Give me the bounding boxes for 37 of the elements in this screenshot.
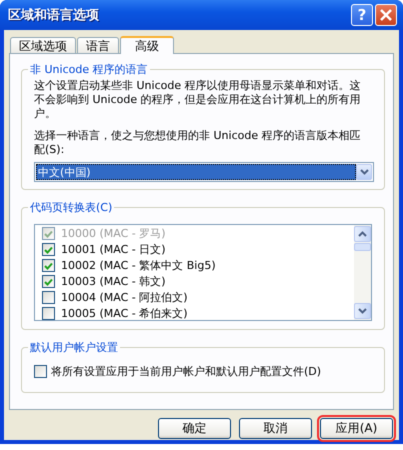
help-button[interactable]: ? — [351, 4, 373, 26]
dropdown-value: 中文(中国) — [36, 164, 356, 180]
group-title: 代码页转换表(C) — [29, 200, 114, 215]
chevron-down-icon — [360, 169, 368, 175]
dialog-button[interactable]: 应用(A) — [320, 418, 393, 439]
scroll-down-button[interactable] — [354, 303, 371, 319]
chevron-down-icon — [358, 308, 367, 314]
tab[interactable]: 语言 — [77, 37, 119, 53]
group-title: 默认用户帐户设置 — [29, 340, 119, 355]
prompt-text: 选择一种语言，使之与您想使用的非 Unicode 程序的语言版本相匹配(S): — [34, 129, 362, 157]
list-item[interactable]: 10001 (MAC - 日文) — [61, 243, 166, 256]
list-item[interactable]: 10002 (MAC - 繁体中文 Big5) — [61, 259, 216, 272]
scrollbar[interactable] — [354, 225, 371, 320]
list-item[interactable]: 10003 (MAC - 韩文) — [61, 275, 166, 288]
dialog-button[interactable]: 取消 — [239, 418, 312, 439]
tab[interactable]: 高级 — [120, 36, 174, 54]
checkbox[interactable] — [42, 307, 55, 320]
list-item[interactable]: 10005 (MAC - 希伯来文) — [61, 307, 188, 320]
list-item[interactable]: 10004 (MAC - 阿拉伯文) — [61, 291, 188, 304]
checkbox[interactable] — [34, 365, 47, 378]
window-title: 区域和语言选项 — [8, 6, 99, 24]
scroll-up-button[interactable] — [354, 226, 371, 242]
checkbox-label[interactable]: 将所有设置应用于当前用户帐户和默认用户配置文件(D) — [51, 364, 322, 379]
dropdown-button[interactable] — [356, 164, 372, 180]
group-title: 非 Unicode 程序的语言 — [29, 62, 149, 77]
close-button[interactable] — [375, 4, 397, 26]
close-icon — [380, 9, 392, 21]
tab[interactable]: 区域选项 — [10, 37, 76, 53]
checkbox[interactable] — [42, 243, 55, 256]
scroll-thumb[interactable] — [354, 243, 371, 251]
dialog-button[interactable]: 确定 — [158, 418, 231, 439]
chevron-up-icon — [358, 231, 367, 237]
checkbox[interactable] — [42, 259, 55, 272]
checkbox[interactable] — [42, 291, 55, 304]
description-text: 这个设置启动某些非 Unicode 程序以使用母语显示菜单和对话。这不会影响到 Unicode 的程序，但是会应用在这台计算机上的所有用户。 — [34, 79, 362, 121]
language-dropdown[interactable]: 中文(中国) — [34, 162, 374, 182]
checkbox[interactable] — [42, 275, 55, 288]
